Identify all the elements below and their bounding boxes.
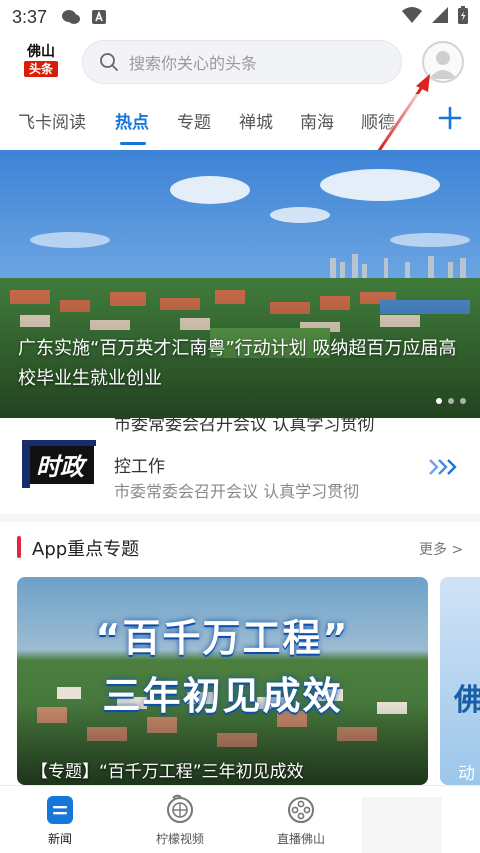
nav-lemon-video[interactable]: 柠檬视频 (135, 794, 225, 847)
topic-card-caption: 【专题】“百千万工程”三年初见成效 (31, 762, 304, 782)
banner-title: 广东实施“百万英才汇南粤”行动计划 吸纳超百万应届高校毕业生就业创业 (18, 338, 457, 389)
wifi-icon (402, 6, 422, 28)
topic-card-headline-2: 三年初见成效 (102, 674, 343, 718)
logo-text-bottom: 头条 (24, 61, 58, 77)
section-title: App重点专题 (32, 539, 140, 560)
lemon-video-icon (167, 794, 193, 823)
section-divider (0, 514, 480, 522)
double-chevron-right-icon[interactable] (428, 458, 458, 480)
nav-news[interactable]: 新闻 (15, 794, 105, 847)
topic-card-next-caption: 动 (458, 764, 475, 784)
search-placeholder: 搜索你关心的头条 (129, 54, 258, 73)
notification-a-icon (91, 9, 107, 25)
headline-banner[interactable]: 广东实施“百万英才汇南粤”行动计划 吸纳超百万应届高校毕业生就业创业 (0, 150, 480, 418)
tab-nanhai[interactable]: 南海 (300, 108, 334, 133)
active-tab-indicator (120, 142, 146, 145)
carousel-dot[interactable] (460, 398, 466, 404)
nav-live-foshan[interactable]: 直播佛山 (256, 794, 346, 847)
tab-hotspot[interactable]: 热点 (115, 108, 149, 133)
search-icon (100, 53, 118, 71)
film-reel-icon (288, 797, 314, 823)
nav-live-foshan-label: 直播佛山 (276, 832, 325, 846)
more-link[interactable]: 更多 > (419, 539, 463, 559)
message-icon (61, 9, 81, 25)
news-icon (47, 796, 73, 824)
logo-text-top: 佛山 (27, 44, 55, 60)
status-time: 3:37 (12, 6, 48, 27)
nav-lemon-video-label: 柠檬视频 (155, 832, 204, 846)
politics-logo-text: 时政 (36, 453, 88, 481)
status-bar: 3:37 (0, 0, 480, 34)
search-bar[interactable]: 搜索你关心的头条 (82, 40, 402, 84)
app-logo[interactable]: 佛山 头条 (22, 44, 60, 80)
section-accent-bar (17, 536, 21, 558)
tab-chancheng[interactable]: 禅城 (239, 108, 273, 133)
nav-overlay-shadow (362, 797, 442, 853)
tab-topics[interactable]: 专题 (177, 108, 211, 133)
carousel-dot[interactable] (448, 398, 454, 404)
carousel-dots (436, 398, 466, 404)
politics-logo: 时政 (22, 440, 96, 488)
ticker-line-1: 控工作 (114, 457, 165, 477)
politics-ticker[interactable]: 时政 市委常委会召开会议 认真学习贯彻 控工作 市委常委会召开会议 认真学习贯彻 (0, 418, 480, 512)
channel-tabs: 飞卡阅读 热点 专题 禅城 南海 顺德 (0, 94, 480, 146)
topic-card-next[interactable]: 佛 动 (440, 577, 480, 785)
ticker-prev-line: 市委常委会召开会议 认真学习贯彻 (114, 418, 375, 435)
ticker-line-2: 市委常委会召开会议 认真学习贯彻 (114, 482, 360, 501)
nav-news-label: 新闻 (47, 832, 72, 846)
carousel-dot[interactable] (436, 398, 442, 404)
add-channel-button[interactable] (436, 104, 464, 132)
battery-icon (458, 5, 468, 29)
plus-icon (438, 106, 462, 130)
topic-card-headline-1: “百千万工程” (95, 616, 350, 660)
featured-topics-header: App重点专题 更多 > (0, 530, 480, 570)
topic-card-next-headline: 佛 (454, 683, 480, 718)
tabs-fade (380, 94, 430, 146)
tab-feika-reading[interactable]: 飞卡阅读 (18, 108, 86, 133)
signal-icon (432, 6, 448, 28)
topic-card[interactable]: “百千万工程” 三年初见成效 【专题】“百千万工程”三年初见成效 (17, 577, 428, 785)
